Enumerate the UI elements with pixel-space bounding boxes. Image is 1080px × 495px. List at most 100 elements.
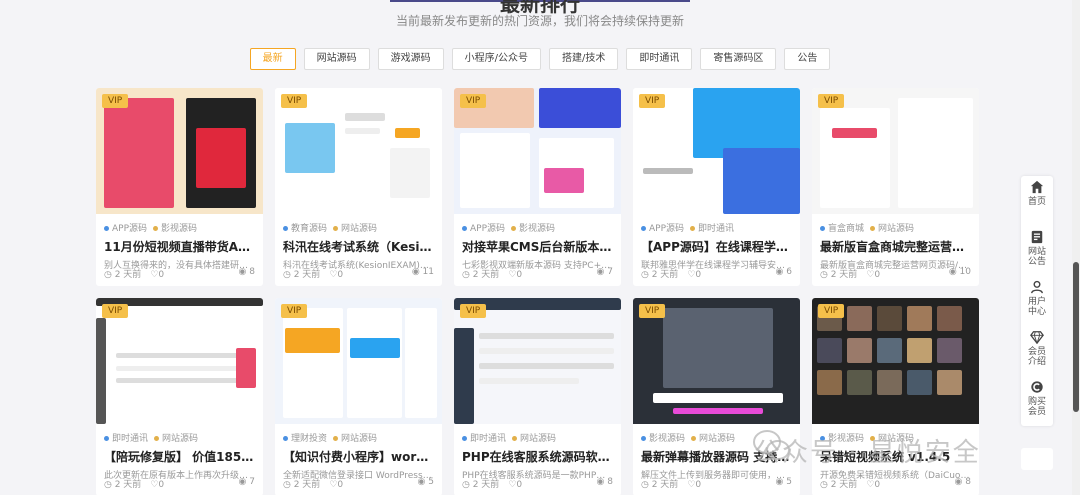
card-meta-right: ◉ 11 [412, 267, 434, 280]
thumbnail-graphic [405, 308, 437, 418]
like-icon[interactable]: ♡ [320, 480, 337, 490]
card-thumbnail[interactable]: VIP [96, 88, 263, 214]
vip-badge: VIP [460, 304, 487, 318]
card-title[interactable]: 【陪玩修复版】 价值18500元... [104, 448, 255, 465]
category-dot [333, 226, 339, 231]
sidebar-item-home[interactable]: 首页 [1021, 176, 1053, 226]
thumbnail-graphic [479, 348, 614, 354]
card-title[interactable]: 最新版盲盒商城完整运营网页... [820, 238, 971, 255]
eye-icon: ◉ [238, 267, 250, 277]
like-icon[interactable]: ♡ [320, 270, 337, 280]
view-count: 5 [428, 477, 434, 487]
sidebar-item-bulletin[interactable]: 网站公告 [1021, 226, 1053, 276]
card-thumbnail[interactable]: VIP [812, 88, 979, 214]
like-icon[interactable]: ♡ [499, 270, 516, 280]
like-icon[interactable]: ♡ [141, 480, 158, 490]
card-title[interactable]: 【知识付费小程序】wordpre... [283, 448, 434, 465]
category-link[interactable]: 网站源码 [341, 434, 377, 444]
user-icon [1031, 280, 1043, 294]
like-icon[interactable]: ♡ [857, 480, 874, 490]
category-link[interactable]: 网站源码 [878, 224, 914, 234]
category-link[interactable]: 影视源码 [519, 224, 555, 234]
category-link[interactable]: 网站源码 [162, 434, 198, 444]
tab-item[interactable]: 网站源码 [303, 48, 370, 70]
like-icon[interactable]: ♡ [857, 270, 874, 280]
card-title[interactable]: PHP在线客服系统源码软件代... [462, 448, 613, 465]
vip-badge: VIP [281, 94, 308, 108]
resource-card[interactable]: VIP教育源码网站源码科汛在线考试系统（KesionIE...科汛在线考试系统(… [275, 88, 442, 286]
scrollbar-thumb[interactable] [1073, 262, 1079, 412]
like-count: 0 [874, 270, 881, 280]
thumbnail-graphic [832, 128, 877, 138]
category-link[interactable]: 即时通讯 [698, 224, 734, 234]
card-thumbnail[interactable]: VIP [454, 88, 621, 214]
category-link[interactable]: 盲盒商城 [828, 224, 864, 234]
thumbnail-graphic [817, 370, 842, 395]
category-link[interactable]: 影视源码 [161, 224, 197, 234]
resource-card[interactable]: VIPAPP源码即时通讯【APP源码】在线课程学习辅...联邦雅思伴学在线课程学… [633, 88, 800, 286]
card-thumbnail[interactable]: VIP [454, 298, 621, 424]
category-dot [691, 436, 697, 441]
card-thumbnail[interactable]: VIP [275, 298, 442, 424]
view-count: 11 [422, 267, 434, 277]
clock-icon: ◷ [283, 270, 294, 280]
resource-card[interactable]: VIPAPP源码影视源码11月份短视频直播带货APP完...别人互换得来的，没有… [96, 88, 263, 286]
like-count: 0 [874, 480, 881, 490]
like-icon[interactable]: ♡ [678, 480, 695, 490]
card-meta: ◷ 2 天前 ♡0 ◉ 8 [462, 477, 613, 490]
sidebar-item-membership[interactable]: 会员介绍 [1021, 326, 1053, 376]
category-dot [333, 436, 339, 441]
category-link[interactable]: APP源码 [470, 224, 505, 234]
category-link[interactable]: 网站源码 [699, 434, 735, 444]
tab-item[interactable]: 游戏源码 [377, 48, 444, 70]
category-link[interactable]: 即时通讯 [470, 434, 506, 444]
resource-card[interactable]: VIP盲盒商城网站源码最新版盲盒商城完整运营网页...最新版盲盒商城完整运营网页… [812, 88, 979, 286]
card-title[interactable]: 科汛在线考试系统（KesionIE... [283, 238, 434, 255]
card-thumbnail[interactable]: VIP [633, 88, 800, 214]
card-thumbnail[interactable]: VIP [812, 298, 979, 424]
thumbnail-graphic [345, 128, 380, 134]
thumbnail-graphic [907, 370, 932, 395]
sidebar-item-user-center[interactable]: 用户中心 [1021, 276, 1053, 326]
tab-item[interactable]: 公告 [784, 48, 831, 70]
resource-card[interactable]: VIPAPP源码影视源码对接苹果CMS后台新版本七彩...七彩影视双端新版本源码… [454, 88, 621, 286]
card-meta: ◷ 2 天前 ♡0 ◉ 5 [641, 477, 792, 490]
like-count: 0 [695, 480, 702, 490]
like-icon[interactable]: ♡ [141, 270, 158, 280]
category-link[interactable]: 网站源码 [520, 434, 556, 444]
resource-card[interactable]: VIP即时通讯网站源码【陪玩修复版】 价值18500元...此次更新在原有版本上… [96, 298, 263, 495]
sidebar-item-buy-membership[interactable]: 购买会员 [1021, 376, 1053, 426]
view-count: 10 [959, 267, 971, 277]
card-title[interactable]: 对接苹果CMS后台新版本七彩... [462, 238, 613, 255]
tab-item[interactable]: 小程序/公众号 [451, 48, 541, 70]
like-icon[interactable]: ♡ [499, 480, 516, 490]
tab-item[interactable]: 即时通讯 [626, 48, 693, 70]
card-meta: ◷ 2 天前 ♡0 ◉ 8 [104, 267, 255, 280]
category-link[interactable]: APP源码 [112, 224, 147, 234]
like-icon[interactable]: ♡ [678, 270, 695, 280]
scrollbar-track[interactable] [1072, 0, 1080, 495]
category-link[interactable]: APP源码 [649, 224, 684, 234]
card-meta-left: ◷ 2 天前 ♡0 [641, 477, 701, 490]
vip-badge: VIP [102, 304, 129, 318]
card-meta: ◷ 2 天前 ♡0 ◉ 5 [283, 477, 434, 490]
back-to-top-button[interactable] [1021, 448, 1053, 470]
category-link[interactable]: 即时通讯 [112, 434, 148, 444]
thumbnail-graphic [877, 338, 902, 363]
tab-item[interactable]: 寄售源码区 [700, 48, 777, 70]
thumbnail-graphic [390, 148, 430, 198]
resource-card[interactable]: VIP理财投资网站源码【知识付费小程序】wordpre...全新适配微信登录接口… [275, 298, 442, 495]
card-title[interactable]: 【APP源码】在线课程学习辅... [641, 238, 792, 255]
category-link[interactable]: 影视源码 [649, 434, 685, 444]
category-link[interactable]: 教育源码 [291, 224, 327, 234]
card-title[interactable]: 11月份短视频直播带货APP完... [104, 238, 255, 255]
resource-card[interactable]: VIP即时通讯网站源码PHP在线客服系统源码软件代...PHP在线客服系统源码是… [454, 298, 621, 495]
card-thumbnail[interactable]: VIP [96, 298, 263, 424]
tab-item[interactable]: 搭建/技术 [549, 48, 619, 70]
card-meta-right: ◉ 6 [776, 267, 792, 280]
tab-item[interactable]: 最新 [249, 48, 296, 70]
card-thumbnail[interactable]: VIP [633, 298, 800, 424]
card-thumbnail[interactable]: VIP [275, 88, 442, 214]
category-link[interactable]: 理财投资 [291, 434, 327, 444]
category-link[interactable]: 网站源码 [341, 224, 377, 234]
